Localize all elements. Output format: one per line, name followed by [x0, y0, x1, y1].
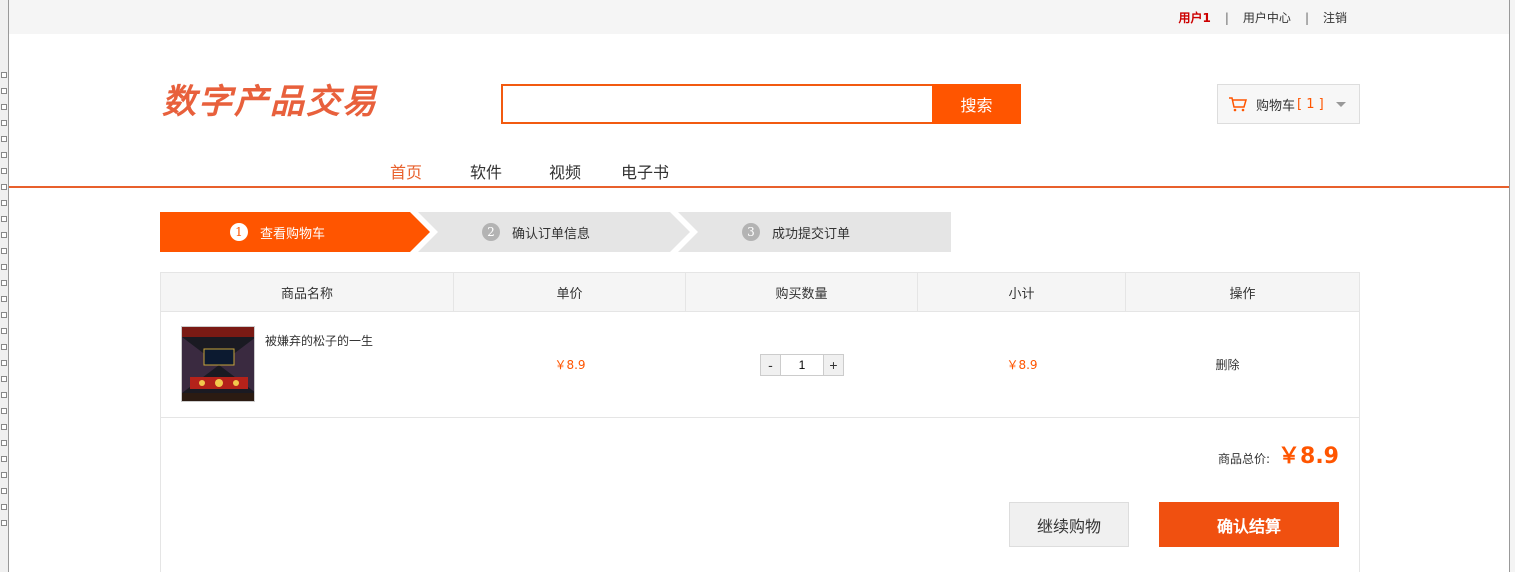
- quantity-input[interactable]: [781, 354, 823, 375]
- step-confirm-order: 2 确认订单信息: [418, 212, 690, 252]
- step-submit-order: 3 成功提交订单: [678, 212, 951, 252]
- price-cell: ￥8.9: [454, 312, 686, 417]
- step-label: 成功提交订单: [772, 226, 851, 242]
- main-nav: 首页 软件 视频 电子书: [9, 150, 1509, 188]
- expand-icon: [1, 104, 7, 110]
- expand-icon: [1, 504, 7, 510]
- expand-icon: [1, 328, 7, 334]
- expand-icon: [1, 72, 7, 78]
- expand-icon: [1, 200, 7, 206]
- expand-icon: [1, 440, 7, 446]
- expand-icon: [1, 392, 7, 398]
- table-row: 被嫌弃的松子的一生 ￥8.9 - + ￥8.9 删除: [161, 312, 1359, 418]
- expand-icon: [1, 408, 7, 414]
- separator: |: [1304, 10, 1309, 25]
- logout-link[interactable]: 注销: [1323, 9, 1347, 26]
- expand-icon: [1, 424, 7, 430]
- delete-link[interactable]: 删除: [1215, 356, 1239, 373]
- unit-price: ￥8.9: [554, 358, 586, 372]
- header-unit-price: 单价: [454, 273, 686, 311]
- top-links: 用户1 | 用户中心 | 注销: [1179, 9, 1347, 26]
- product-cell: 被嫌弃的松子的一生: [161, 312, 454, 417]
- expand-icon: [1, 232, 7, 238]
- top-bar: 用户1 | 用户中心 | 注销: [9, 0, 1509, 34]
- movie-poster-image: [182, 327, 254, 401]
- action-cell: 删除: [1126, 312, 1359, 417]
- nav-item-home[interactable]: 首页: [390, 159, 422, 183]
- step-label: 查看购物车: [260, 226, 326, 242]
- expand-icon: [1, 520, 7, 526]
- search-bar: 搜索: [501, 84, 1021, 124]
- total-label: 商品总价:: [1217, 452, 1271, 466]
- total-price: 商品总价: ￥8.9: [1218, 438, 1339, 470]
- expand-icon: [1, 136, 7, 142]
- nav-item-ebook[interactable]: 电子书: [621, 159, 669, 183]
- subtotal-cell: ￥8.9: [918, 312, 1126, 417]
- product-name[interactable]: 被嫌弃的松子的一生: [265, 332, 373, 349]
- expand-icon: [1, 296, 7, 302]
- expand-icon: [1, 216, 7, 222]
- step-number: 1: [230, 223, 248, 241]
- expand-icon: [1, 344, 7, 350]
- username-link[interactable]: 用户1: [1179, 9, 1211, 26]
- cart-table: 商品名称 单价 购买数量 小计 操作 被嫌弃的松子的一生 ￥8.9 - 1 + …: [160, 272, 1360, 572]
- expand-icon: [1, 360, 7, 366]
- expand-icon: [1, 264, 7, 270]
- decrement-button[interactable]: -: [761, 354, 781, 375]
- chevron-down-icon: [1335, 101, 1346, 107]
- expand-icon: [1, 488, 7, 494]
- expand-icon: [1, 312, 7, 318]
- cart-dropdown[interactable]: 购物车 [ 1 ]: [1217, 84, 1360, 124]
- expand-icon: [1, 280, 7, 286]
- product-thumbnail[interactable]: [181, 326, 255, 402]
- expand-icon: [1, 88, 7, 94]
- expand-icon: [1, 248, 7, 254]
- table-header: 商品名称 单价 购买数量 小计 操作: [161, 273, 1359, 312]
- expand-icon: [1, 120, 7, 126]
- step-number: 3: [742, 223, 760, 241]
- continue-shopping-button[interactable]: 继续购物: [1009, 502, 1129, 547]
- subtotal-value: ￥8.9: [1006, 358, 1038, 372]
- nav-item-video[interactable]: 视频: [549, 159, 581, 183]
- expand-icon: [1, 456, 7, 462]
- total-amount: ￥8.9: [1278, 444, 1339, 469]
- expand-icon: [1, 152, 7, 158]
- header-quantity: 购买数量: [686, 273, 918, 311]
- window-left-edge: [0, 0, 9, 572]
- expand-icon: [1, 168, 7, 174]
- window-right-edge: [1509, 0, 1515, 572]
- quantity-cell: - +: [686, 312, 918, 417]
- confirm-checkout-button[interactable]: 确认结算: [1159, 502, 1339, 547]
- step-number: 2: [482, 223, 500, 241]
- step-view-cart: 1 查看购物车: [160, 212, 430, 252]
- step-label: 确认订单信息: [512, 226, 591, 242]
- expand-icon: [1, 376, 7, 382]
- user-center-link[interactable]: 用户中心: [1243, 9, 1291, 26]
- site-logo[interactable]: 数字产品交易: [162, 74, 378, 123]
- expand-icon: [1, 184, 7, 190]
- header-product-name: 商品名称: [161, 273, 454, 311]
- cart-icon: [1229, 97, 1247, 112]
- cart-count: [ 1 ]: [1297, 96, 1324, 112]
- quantity-stepper: - +: [760, 353, 844, 376]
- cart-summary: 商品总价: ￥8.9 继续购物 确认结算: [161, 418, 1359, 572]
- search-button[interactable]: 搜索: [932, 84, 1021, 124]
- increment-button[interactable]: +: [823, 354, 843, 375]
- nav-item-software[interactable]: 软件: [470, 159, 502, 183]
- header-subtotal: 小计: [918, 273, 1126, 311]
- separator: |: [1224, 10, 1229, 25]
- search-input[interactable]: [501, 84, 932, 124]
- cart-label: 购物车: [1256, 98, 1296, 114]
- checkout-steps: 1 查看购物车 2 确认订单信息 3 成功提交订单: [160, 212, 951, 252]
- expand-icon: [1, 472, 7, 478]
- header-actions: 操作: [1229, 286, 1256, 302]
